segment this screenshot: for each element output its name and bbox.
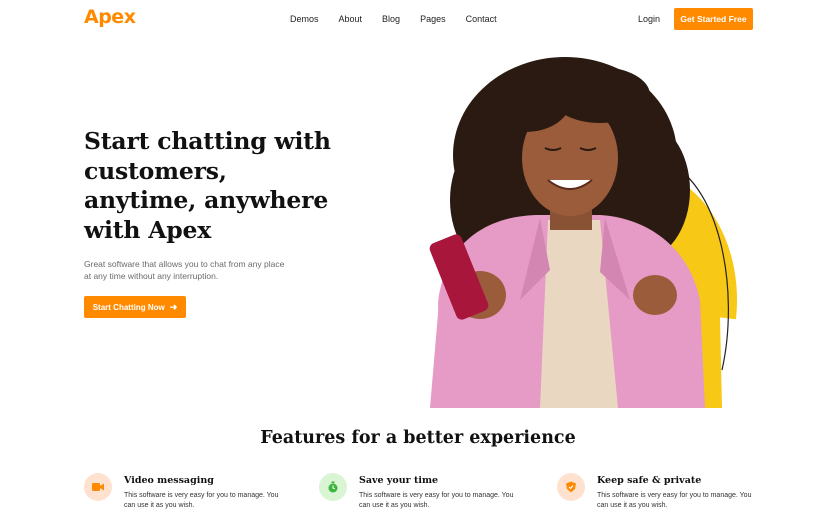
nav-item-about[interactable]: About (339, 14, 363, 24)
login-link[interactable]: Login (638, 14, 660, 24)
top-nav: Apex Demos About Blog Pages Contact Logi… (0, 0, 836, 40)
feature-keep-safe: Keep safe & private This software is ver… (557, 472, 757, 518)
feature-title: Save your time (359, 475, 439, 486)
feature-title: Keep safe & private (597, 475, 702, 486)
start-chatting-label: Start Chatting Now (92, 302, 165, 312)
nav-item-demos[interactable]: Demos (290, 14, 319, 24)
hero-title-line: anytime, anywhere (84, 186, 329, 214)
hero-title-line: Start chatting with (84, 127, 331, 155)
feature-desc: This software is very easy for you to ma… (597, 492, 752, 509)
features-title: Features for a better experience (260, 428, 576, 448)
feature-save-time: Save your time This software is very eas… (319, 472, 519, 518)
hero-title: Start chatting with customers, anytime, … (84, 127, 364, 245)
feature-video-messaging: Video messaging This software is very ea… (84, 472, 284, 518)
feature-title: Video messaging (124, 475, 214, 486)
feature-desc: This software is very easy for you to ma… (359, 492, 514, 509)
main-menu: Demos About Blog Pages Contact (290, 14, 517, 24)
video-icon (84, 473, 112, 501)
hero-title-line: with Apex (84, 215, 212, 244)
timer-icon (319, 473, 347, 501)
nav-item-pages[interactable]: Pages (420, 14, 446, 24)
hero-subtitle: Great software that allows you to chat f… (84, 259, 285, 281)
hero-image (429, 57, 738, 408)
hero-title-line: customers, (84, 156, 227, 185)
nav-item-contact[interactable]: Contact (466, 14, 497, 24)
shield-icon (557, 473, 585, 501)
arrow-right-icon: ➜ (169, 301, 178, 312)
start-chatting-button[interactable]: Start Chatting Now ➜ (84, 296, 186, 318)
nav-item-blog[interactable]: Blog (382, 14, 400, 24)
get-started-button[interactable]: Get Started Free (674, 8, 753, 30)
feature-desc: This software is very easy for you to ma… (124, 492, 279, 509)
logo[interactable]: Apex (84, 6, 136, 28)
